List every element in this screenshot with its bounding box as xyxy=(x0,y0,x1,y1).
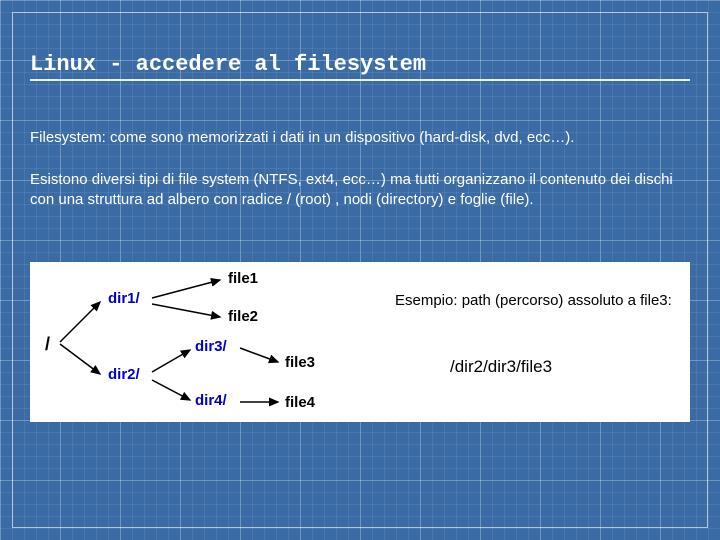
node-dir1: dir1/ xyxy=(108,290,140,307)
paragraph-1: Filesystem: come sono memorizzati i dati… xyxy=(30,128,690,148)
diagram-caption: Esempio: path (percorso) assoluto a file… xyxy=(395,292,675,309)
diagram-path: /dir2/dir3/file3 xyxy=(450,357,552,377)
node-dir2: dir2/ xyxy=(108,366,140,383)
node-dir3: dir3/ xyxy=(195,338,227,355)
node-file3: file3 xyxy=(285,354,315,371)
node-root: / xyxy=(45,334,50,355)
slide-title: Linux - accedere al filesystem xyxy=(30,52,690,81)
filesystem-diagram: / dir1/ dir2/ dir3/ dir4/ file1 file2 fi… xyxy=(30,262,690,422)
paragraph-2: Esistono diversi tipi di file system (NT… xyxy=(30,170,690,211)
node-dir4: dir4/ xyxy=(195,392,227,409)
node-file1: file1 xyxy=(228,270,258,287)
node-file2: file2 xyxy=(228,308,258,325)
node-file4: file4 xyxy=(285,394,315,411)
